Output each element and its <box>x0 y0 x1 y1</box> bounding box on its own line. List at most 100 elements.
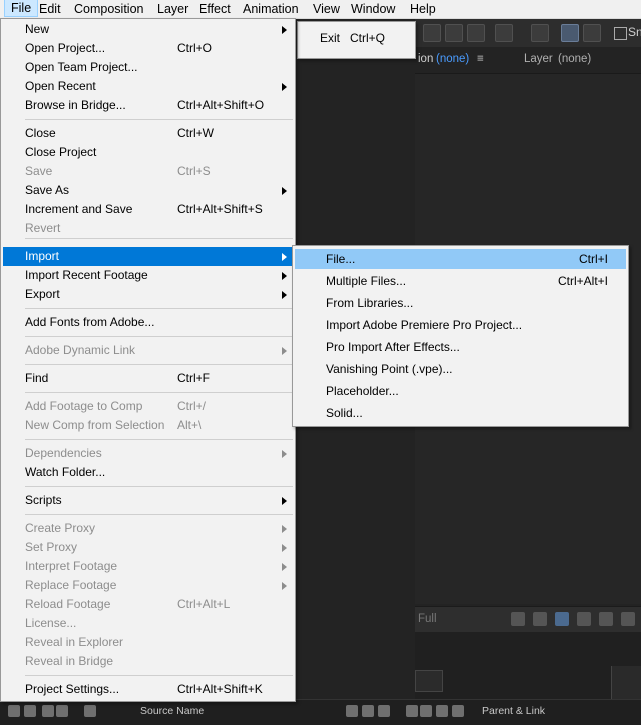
file-menu-item-scripts[interactable]: Scripts <box>3 491 293 510</box>
menu-view[interactable]: View <box>307 0 346 18</box>
tab-layer[interactable]: Layer <box>524 53 553 65</box>
switch-icon[interactable] <box>436 705 448 717</box>
file-menu-item-create-proxy[interactable]: Create Proxy <box>3 519 293 538</box>
switch-icon[interactable] <box>406 705 418 717</box>
exit-item-label[interactable]: Exit <box>320 31 340 45</box>
file-menu-item-new[interactable]: New <box>3 20 293 39</box>
source-name-header[interactable]: Source Name <box>140 705 204 717</box>
menu-separator <box>25 439 293 440</box>
switch-icon[interactable] <box>346 705 358 717</box>
timeline-column-header: Source Name Parent & Link <box>0 699 641 725</box>
file-menu-item-browse-in-bridge[interactable]: Browse in Bridge... Ctrl+Alt+Shift+O <box>3 96 293 115</box>
menu-item-label: Revert <box>25 221 61 235</box>
viewer-icon[interactable] <box>599 612 613 626</box>
import-item-pro-import-after-effects[interactable]: Pro Import After Effects... <box>295 337 626 357</box>
menu-item-shortcut: Ctrl+Alt+Shift+O <box>177 98 265 112</box>
menu-item-label: Project Settings... <box>25 682 120 696</box>
tab-composition[interactable]: ion <box>418 53 433 65</box>
import-item-vanishing-point-vpe[interactable]: Vanishing Point (.vpe)... <box>295 359 626 379</box>
import-item-placeholder[interactable]: Placeholder... <box>295 381 626 401</box>
menu-separator <box>25 364 293 365</box>
file-menu-item-open-project[interactable]: Open Project... Ctrl+O <box>3 39 293 58</box>
viewer-icon[interactable] <box>511 612 525 626</box>
file-menu-item-increment-and-save[interactable]: Increment and Save Ctrl+Alt+Shift+S <box>3 200 293 219</box>
tool-icon[interactable] <box>583 24 601 42</box>
menu-window[interactable]: Window <box>345 0 401 18</box>
file-menu-item-new-comp-from-selection[interactable]: New Comp from Selection Alt+\ <box>3 416 293 435</box>
label-icon[interactable] <box>84 705 96 717</box>
file-menu-item-reveal-in-explorer[interactable]: Reveal in Explorer <box>3 633 293 652</box>
switch-icon[interactable] <box>362 705 374 717</box>
file-menu-item-project-settings[interactable]: Project Settings... Ctrl+Alt+Shift+K <box>3 680 293 699</box>
viewer-icon[interactable] <box>577 612 591 626</box>
file-menu-item-reveal-in-bridge[interactable]: Reveal in Bridge <box>3 652 293 671</box>
menu-item-label: Create Proxy <box>25 521 96 535</box>
submenu-arrow-icon <box>282 582 287 590</box>
menu-help[interactable]: Help <box>404 0 442 18</box>
file-menu-item-dependencies[interactable]: Dependencies <box>3 444 293 463</box>
solo-icon[interactable] <box>42 705 54 717</box>
file-menu-item-replace-footage[interactable]: Replace Footage <box>3 576 293 595</box>
parent-link-header[interactable]: Parent & Link <box>482 705 545 717</box>
switch-icon[interactable] <box>452 705 464 717</box>
file-menu-item-import[interactable]: Import <box>3 247 293 266</box>
timeline-ruler[interactable] <box>611 666 641 702</box>
resolution-dropdown[interactable]: Full <box>418 613 437 625</box>
file-menu-item-watch-folder[interactable]: Watch Folder... <box>3 463 293 482</box>
file-menu-item-set-proxy[interactable]: Set Proxy <box>3 538 293 557</box>
menu-animation[interactable]: Animation <box>237 0 305 18</box>
submenu-arrow-icon <box>282 291 287 299</box>
menu-edit[interactable]: Edit <box>33 0 67 18</box>
file-menu-item-reload-footage[interactable]: Reload Footage Ctrl+Alt+L <box>3 595 293 614</box>
visibility-icon[interactable] <box>8 705 20 717</box>
viewer-icon[interactable] <box>533 612 547 626</box>
switch-icon[interactable] <box>378 705 390 717</box>
menu-item-shortcut: Ctrl+I <box>578 252 608 266</box>
file-menu-item-close-project[interactable]: Close Project <box>3 143 293 162</box>
lock-icon[interactable] <box>56 705 68 717</box>
file-menu-item-export[interactable]: Export <box>3 285 293 304</box>
file-menu-item-license[interactable]: License... <box>3 614 293 633</box>
menu-item-shortcut: Ctrl+Alt+L <box>177 597 231 611</box>
pen-tool-icon[interactable] <box>561 24 579 42</box>
import-item-from-libraries[interactable]: From Libraries... <box>295 293 626 313</box>
viewer-icon[interactable] <box>555 612 569 626</box>
import-item-file[interactable]: File... Ctrl+I <box>295 249 626 269</box>
tool-icon[interactable] <box>467 24 485 42</box>
viewer-icon[interactable] <box>621 612 635 626</box>
file-menu-item-add-footage-to-comp[interactable]: Add Footage to Comp Ctrl+/ <box>3 397 293 416</box>
file-menu-item-add-fonts-from-adobe[interactable]: Add Fonts from Adobe... <box>3 313 293 332</box>
file-menu-item-import-recent-footage[interactable]: Import Recent Footage <box>3 266 293 285</box>
file-menu-item-interpret-footage[interactable]: Interpret Footage <box>3 557 293 576</box>
submenu-arrow-icon <box>282 544 287 552</box>
audio-icon[interactable] <box>24 705 36 717</box>
file-menu-item-open-recent[interactable]: Open Recent <box>3 77 293 96</box>
timecode-field[interactable] <box>415 670 443 692</box>
import-item-solid[interactable]: Solid... <box>295 403 626 423</box>
menu-composition[interactable]: Composition <box>68 0 149 18</box>
tool-icon[interactable] <box>423 24 441 42</box>
tool-icon[interactable] <box>531 24 549 42</box>
menu-item-shortcut: Alt+\ <box>177 418 202 432</box>
snapping-checkbox[interactable] <box>614 27 627 40</box>
file-menu-item-open-team-project[interactable]: Open Team Project... <box>3 58 293 77</box>
menu-item-shortcut: Ctrl+S <box>177 164 211 178</box>
switch-icon[interactable] <box>420 705 432 717</box>
menu-item-label: Import Recent Footage <box>25 268 148 282</box>
menu-layer[interactable]: Layer <box>151 0 194 18</box>
file-menu-item-revert[interactable]: Revert <box>3 219 293 238</box>
menu-separator <box>25 238 293 239</box>
import-item-multiple-files[interactable]: Multiple Files... Ctrl+Alt+I <box>295 271 626 291</box>
file-menu-item-save-as[interactable]: Save As <box>3 181 293 200</box>
file-menu-item-save[interactable]: Save Ctrl+S <box>3 162 293 181</box>
file-menu-item-adobe-dynamic-link[interactable]: Adobe Dynamic Link <box>3 341 293 360</box>
menu-effect[interactable]: Effect <box>193 0 237 18</box>
tool-icon[interactable] <box>445 24 463 42</box>
import-item-import-adobe-premiere-pro-project[interactable]: Import Adobe Premiere Pro Project... <box>295 315 626 335</box>
file-menu-item-close[interactable]: Close Ctrl+W <box>3 124 293 143</box>
panel-menu-icon[interactable]: ≡ <box>477 53 484 65</box>
menu-item-label: Import <box>25 249 60 263</box>
file-menu-item-find[interactable]: Find Ctrl+F <box>3 369 293 388</box>
tool-icon[interactable] <box>495 24 513 42</box>
menu-item-label: Dependencies <box>25 446 102 460</box>
